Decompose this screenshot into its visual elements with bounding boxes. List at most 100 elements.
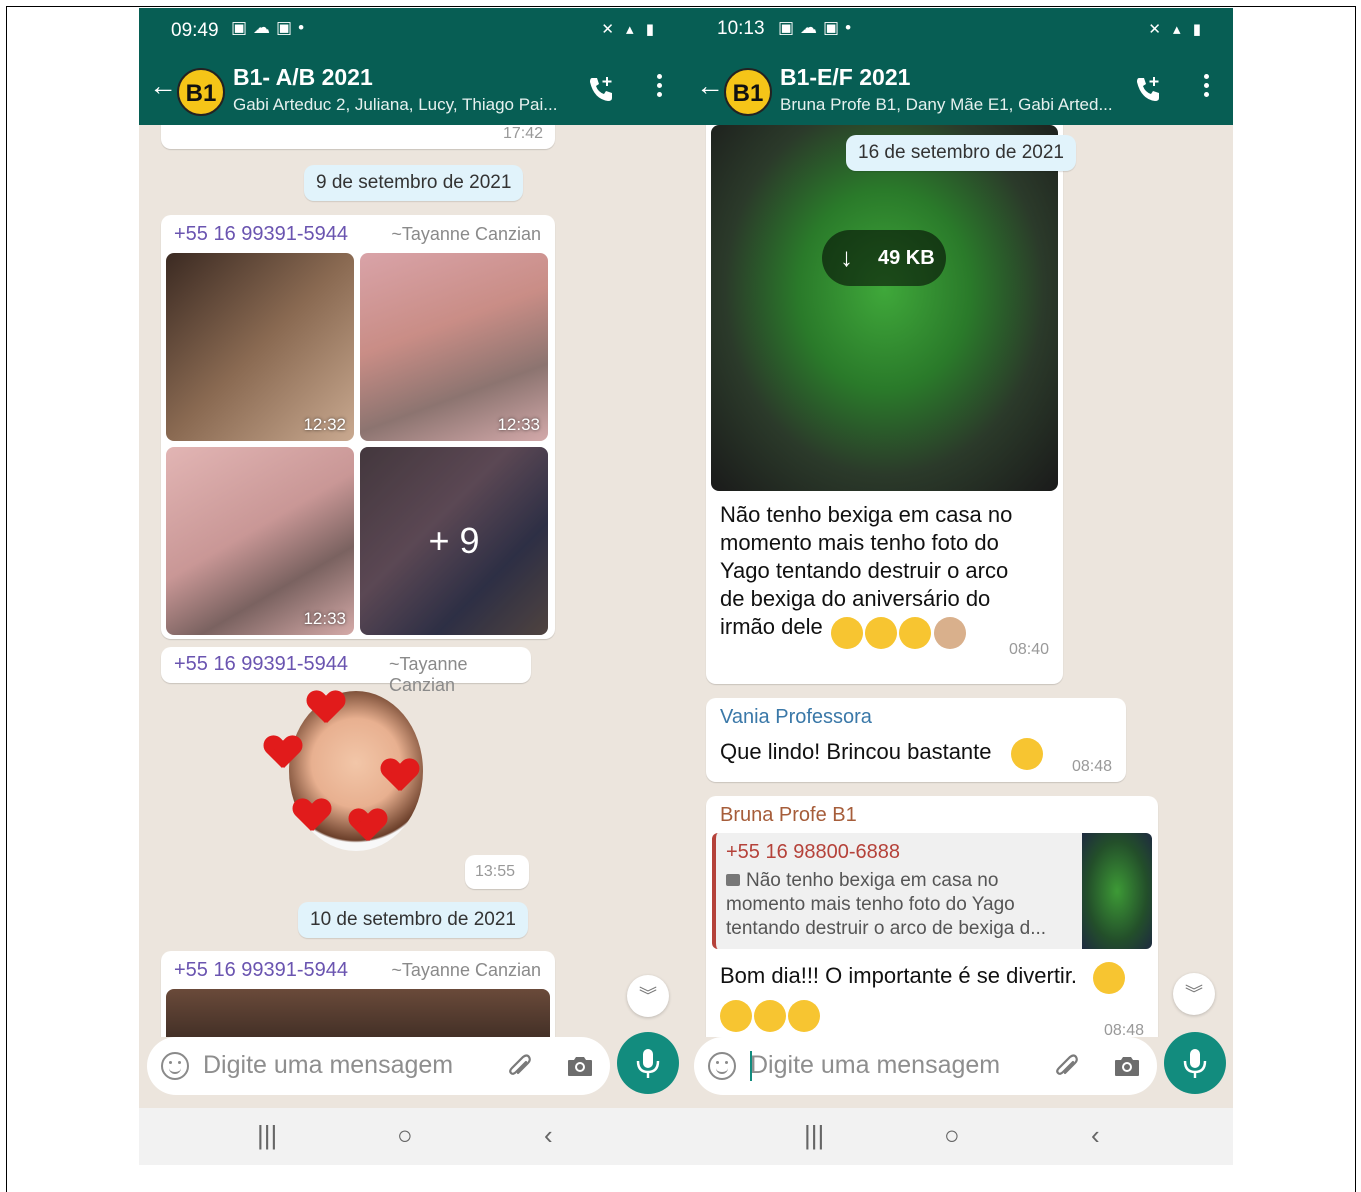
- blurred-image[interactable]: ↓ 49 KB: [711, 125, 1058, 491]
- voice-message-button[interactable]: [617, 1032, 679, 1094]
- download-button[interactable]: ↓ 49 KB: [822, 230, 946, 286]
- notification-icons: ▣☁▣•: [778, 18, 858, 37]
- group-title[interactable]: B1- A/B 2021: [233, 64, 373, 91]
- message-input[interactable]: Digite uma mensagem: [694, 1037, 1157, 1095]
- quoted-thumbnail: [1082, 833, 1152, 949]
- smiling-hearts-emoji-icon: [1011, 738, 1043, 770]
- download-icon: ↓: [840, 242, 853, 272]
- laughing-emoji-icons: [831, 617, 971, 649]
- chat-header: ← B1 B1-E/F 2021 Bruna Profe B1, Dany Mã…: [686, 52, 1233, 125]
- message-time: 13:55: [475, 863, 516, 880]
- phone-screen-left: 09:49 ▣☁▣• ✕ ▴ ▮ ← B1 B1- A/B 2021 Gabi …: [139, 8, 686, 1165]
- photo-album-message[interactable]: +55 16 99391-5944 ~Tayanne Canzian 12:32…: [161, 215, 555, 639]
- add-call-icon[interactable]: [1133, 74, 1163, 104]
- sender-name[interactable]: Vania Professora: [720, 706, 872, 729]
- camera-icon[interactable]: [566, 1054, 594, 1078]
- status-time: 10:13: [717, 18, 765, 39]
- previous-message: 17:42: [161, 125, 555, 149]
- back-arrow-icon[interactable]: ←: [149, 72, 177, 100]
- message-placeholder: Digite uma mensagem: [203, 1051, 454, 1079]
- sender-phone[interactable]: +55 16 99391-5944: [174, 653, 348, 676]
- sender-pushname: ~Tayanne Canzian: [391, 224, 541, 244]
- photo-time: 12:32: [303, 415, 346, 434]
- attach-icon[interactable]: [1053, 1053, 1081, 1081]
- phone-screen-right: 10:13 ▣☁▣• ✕ ▴ ▮ ← B1 B1-E/F 2021 Bruna …: [686, 8, 1233, 1165]
- photo-time: 12:33: [497, 415, 540, 434]
- message-text: Que lindo! Brincou bastante: [720, 739, 992, 764]
- signal-battery-icons: ✕ ▴ ▮: [601, 21, 658, 38]
- text-message[interactable]: Vania Professora Que lindo! Brincou bast…: [706, 698, 1126, 782]
- sticker-message-header: +55 16 99391-5944 ~Tayanne Canzian: [161, 647, 531, 695]
- message-time: 17:42: [502, 125, 543, 142]
- status-bar: 10:13 ▣☁▣• ✕ ▴ ▮: [686, 8, 1233, 52]
- emoji-icon[interactable]: [708, 1052, 736, 1080]
- photo-time: 12:33: [303, 609, 346, 628]
- group-avatar[interactable]: B1: [177, 68, 225, 116]
- download-size: 49 KB: [878, 247, 935, 269]
- message-time: 08:48: [1071, 758, 1112, 775]
- back-arrow-icon[interactable]: ←: [696, 72, 724, 100]
- android-nav-bar: ||| ○ ‹: [686, 1108, 1233, 1165]
- more-options-icon[interactable]: [1203, 74, 1211, 101]
- date-separator: 16 de setembro de 2021: [846, 135, 1076, 171]
- more-photos-count: + 9: [360, 447, 548, 635]
- notification-icons: ▣☁▣•: [231, 18, 311, 37]
- chat-header: ← B1 B1- A/B 2021 Gabi Arteduc 2, Julian…: [139, 52, 686, 125]
- heart-icon: [293, 799, 329, 835]
- message-placeholder: Digite uma mensagem: [750, 1051, 1001, 1079]
- microphone-icon: [636, 1049, 660, 1078]
- home-button[interactable]: ○: [397, 1120, 413, 1151]
- chat-area[interactable]: 17:42 9 de setembro de 2021 +55 16 99391…: [139, 125, 686, 1037]
- date-separator: 9 de setembro de 2021: [304, 165, 524, 201]
- microphone-icon: [1183, 1049, 1207, 1078]
- camera-icon[interactable]: [1113, 1054, 1141, 1078]
- image-frame-right: [1355, 6, 1356, 1192]
- group-participants[interactable]: Bruna Profe B1, Dany Mãe E1, Gabi Arted.…: [780, 95, 1120, 115]
- group-title[interactable]: B1-E/F 2021: [780, 64, 910, 91]
- sender-pushname: ~Tayanne Canzian: [391, 960, 541, 980]
- group-participants[interactable]: Gabi Arteduc 2, Juliana, Lucy, Thiago Pa…: [233, 95, 573, 115]
- message-input[interactable]: Digite uma mensagem: [147, 1037, 610, 1095]
- heart-icon: [307, 691, 333, 717]
- signal-battery-icons: ✕ ▴ ▮: [1148, 21, 1205, 38]
- sender-name[interactable]: Bruna Profe B1: [720, 804, 857, 827]
- recent-apps-button[interactable]: |||: [804, 1120, 824, 1151]
- status-bar: 09:49 ▣☁▣• ✕ ▴ ▮: [139, 8, 686, 52]
- group-avatar[interactable]: B1: [724, 68, 772, 116]
- sender-phone[interactable]: +55 16 99391-5944: [174, 959, 348, 982]
- sender-phone[interactable]: +55 16 99391-5944: [174, 223, 348, 246]
- sticker-time-chip: 13:55: [465, 855, 529, 889]
- photo-thumbnail[interactable]: 12:32: [166, 253, 354, 441]
- add-call-icon[interactable]: [586, 74, 616, 104]
- back-button[interactable]: ‹: [544, 1120, 553, 1151]
- photo-thumbnail[interactable]: 12:33: [166, 447, 354, 635]
- scroll-down-icon[interactable]: ︾: [627, 975, 669, 1017]
- photo-thumbnail[interactable]: [166, 989, 550, 1037]
- heart-icon: [349, 809, 385, 845]
- message-text: Bom dia!!! O importante é se divertir.: [720, 963, 1078, 988]
- home-button[interactable]: ○: [944, 1120, 960, 1151]
- heart-eyes-emoji-icons: [720, 1000, 824, 1032]
- date-separator: 10 de setembro de 2021: [298, 902, 528, 938]
- android-nav-bar: ||| ○ ‹: [139, 1108, 686, 1165]
- photo-thumbnail[interactable]: 12:33: [360, 253, 548, 441]
- status-time: 09:49: [171, 20, 219, 41]
- quoted-sender: +55 16 98800-6888: [726, 841, 901, 863]
- quoted-message[interactable]: +55 16 98800-6888 Não tenho bexiga em ca…: [712, 833, 1152, 949]
- chat-area[interactable]: ↓ 49 KB Não tenho bexiga em casa no mome…: [686, 125, 1233, 1037]
- sticker-image[interactable]: [289, 691, 423, 851]
- heart-eyes-emoji-icon: [1093, 962, 1125, 994]
- heart-icon: [381, 759, 417, 795]
- reply-message[interactable]: Bruna Profe B1 +55 16 98800-6888 Não ten…: [706, 796, 1158, 1037]
- quoted-text: Não tenho bexiga em casa no momento mais…: [726, 870, 1047, 939]
- attach-icon[interactable]: [506, 1053, 534, 1081]
- photo-thumbnail-more[interactable]: + 9: [360, 447, 548, 635]
- scroll-down-icon[interactable]: ︾: [1173, 973, 1215, 1015]
- recent-apps-button[interactable]: |||: [257, 1120, 277, 1151]
- image-message[interactable]: ↓ 49 KB Não tenho bexiga em casa no mome…: [706, 125, 1063, 684]
- back-button[interactable]: ‹: [1091, 1120, 1100, 1151]
- emoji-icon[interactable]: [161, 1052, 189, 1080]
- photo-message[interactable]: +55 16 99391-5944 ~Tayanne Canzian: [161, 951, 555, 1037]
- voice-message-button[interactable]: [1164, 1032, 1226, 1094]
- more-options-icon[interactable]: [656, 74, 664, 101]
